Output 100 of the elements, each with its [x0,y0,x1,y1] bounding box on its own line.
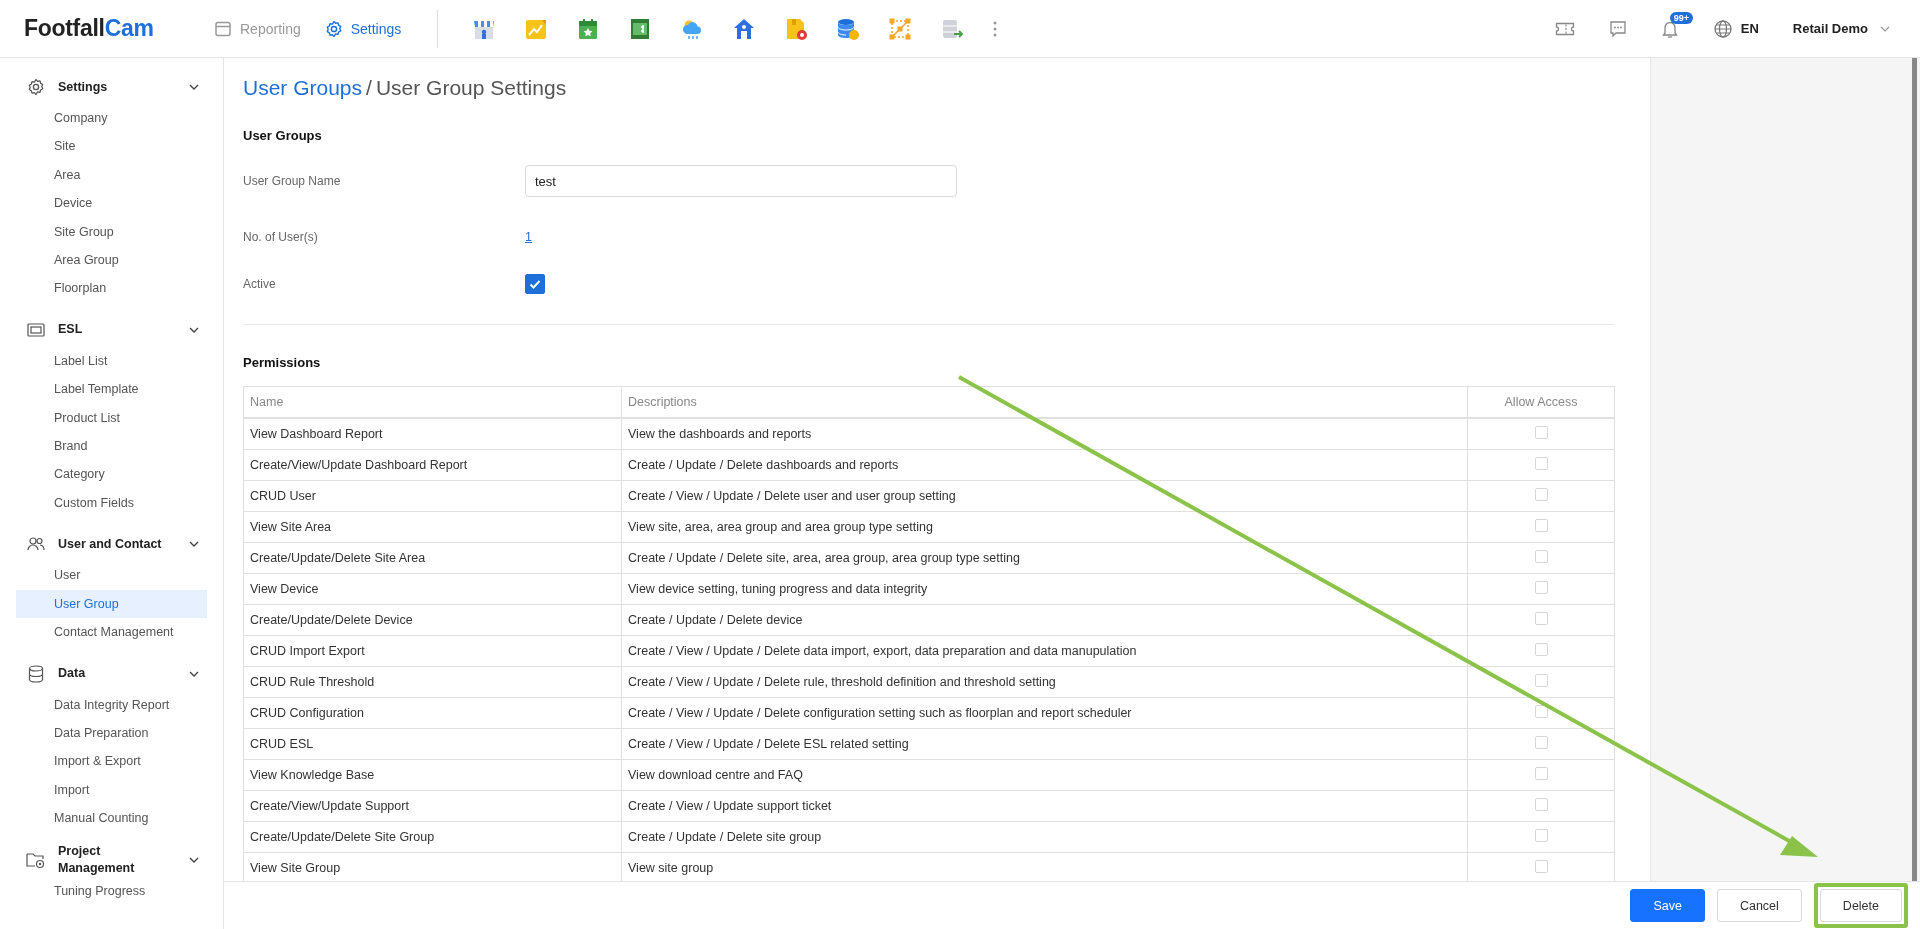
name-input[interactable]: test [525,165,957,197]
sidebar-item[interactable]: Label Template [16,375,207,404]
chevron-down-icon [189,84,199,90]
sidebar-item[interactable]: User [16,561,207,590]
section-title: User Groups [243,128,323,143]
sidebar-item[interactable]: Data Preparation [16,718,207,748]
sidebar-item[interactable]: Area Group [16,246,207,275]
sidebar-section[interactable]: Settings [16,70,207,104]
table-cell: Create/Update/Delete Site Group [243,821,622,853]
notification-badge: 99+ [1669,11,1694,24]
sidebar-item[interactable]: Label List [16,346,207,376]
table-cell: View device setting, tuning progress and data integrity [621,573,1468,605]
more-icon[interactable] [992,19,999,38]
sidebar-section[interactable]: Project Management [16,842,207,877]
table-cell: CRUD ESL [243,728,622,760]
access-checkbox[interactable] [1534,674,1548,687]
sidebar-item[interactable]: Data Integrity Report [16,690,207,719]
sidebar-item[interactable]: Tuning Progress [16,876,207,905]
sidebar-section[interactable]: User and Contact [16,527,207,562]
access-checkbox[interactable] [1534,705,1548,718]
settings-icon [26,78,46,96]
access-checkbox[interactable] [1534,643,1548,656]
table-cell: Create / Update / Delete site, area, area group, area group type setting [621,542,1468,574]
table-cell: Create / Update / Delete dashboards and reports [621,449,1468,481]
document-icon[interactable] [784,16,809,41]
section-title: Permissions [243,355,322,370]
chevron-down-icon [189,856,199,863]
action-button[interactable]: Save [1630,889,1705,922]
chevron-down-icon[interactable] [1880,25,1890,32]
access-checkbox[interactable] [1534,798,1548,811]
sidebar-item[interactable]: Site [16,132,207,161]
chat-icon[interactable] [1608,19,1627,38]
access-checkbox[interactable] [1534,860,1548,873]
sidebar-item[interactable]: Import [16,775,207,805]
access-checkbox[interactable] [1534,736,1548,749]
sidebar-item[interactable]: Device [16,189,207,218]
window-icon [214,19,232,38]
globe-icon[interactable] [1712,18,1733,39]
column-header: Name [243,386,622,418]
action-button[interactable]: Cancel [1716,889,1802,922]
access-checkbox[interactable] [1534,519,1548,532]
field-label: User Group Name [243,173,342,188]
active-checkbox[interactable] [525,274,545,294]
sidebar-item[interactable]: Custom Fields [16,488,207,518]
sidebar-item[interactable]: Area [16,160,207,190]
sidebar-item[interactable]: Contact Management [16,618,207,647]
logo[interactable]: FootfallCam [24,15,214,42]
table-cell: View Site Area [243,511,622,543]
column-header: Descriptions [621,386,1468,418]
account-menu[interactable]: Retail Demo [1792,21,1868,36]
table-cell: View Knowledge Base [243,759,622,791]
table-cell: Create / Update / Delete site group [621,821,1468,853]
users-icon [26,536,46,553]
field-label: Active [243,276,277,291]
chevron-down-icon [189,541,199,548]
access-checkbox[interactable] [1534,457,1548,470]
access-checkbox[interactable] [1534,612,1548,625]
access-checkbox[interactable] [1534,550,1548,563]
field-label: No. of User(s) [243,229,319,244]
column-header: Allow Access [1467,386,1615,418]
sidebar-item[interactable]: Product List [16,403,207,433]
table-cell: View Dashboard Report [243,418,622,450]
sidebar-item[interactable]: Site Group [16,217,207,247]
table-cell: View the dashboards and reports [621,418,1468,450]
access-checkbox[interactable] [1534,581,1548,594]
table-cell: Create / View / Update / Delete data import, export, data preparation and data manupulation [621,635,1468,667]
table-cell: Create/Update/Delete Site Area [243,542,622,574]
access-checkbox[interactable] [1534,829,1548,842]
access-checkbox[interactable] [1534,426,1548,439]
table-cell: Create / View / Update / Delete ESL related setting [621,728,1468,760]
sidebar-item[interactable]: Company [16,104,207,133]
nodes-icon[interactable] [888,16,913,41]
chevron-down-icon [189,326,199,333]
sidebar-item[interactable]: Import & Export [16,747,207,776]
breadcrumb-link[interactable]: User Groups [243,76,363,100]
folder-gear-icon [26,850,46,869]
breadcrumb-separator: / [366,76,372,100]
language-selector[interactable]: EN [1740,21,1759,36]
table-cell: Create / View / Update / Delete rule, threshold definition and threshold setting [621,666,1468,698]
screen-icon [26,322,46,337]
access-checkbox[interactable] [1534,767,1548,780]
sidebar-section[interactable]: ESL [16,312,207,347]
sidebar-item[interactable]: User Group [16,589,207,619]
table-cell: Create / View / Update support ticket [621,790,1468,822]
sidebar-section[interactable]: Data [16,656,207,691]
table-cell: Create/View/Update Support [243,790,622,822]
access-checkbox[interactable] [1534,488,1548,501]
sidebar-item[interactable]: Brand [16,432,207,461]
user-count-link[interactable]: 1 [525,227,532,244]
database-icon[interactable] [836,16,861,41]
table-cell: Create/Update/Delete Device [243,604,622,636]
sidebar-item[interactable]: Manual Counting [16,804,207,833]
action-button[interactable]: Delete [1819,889,1902,922]
nav-tab[interactable]: Settings [324,19,402,38]
ticket-icon[interactable] [1554,20,1575,37]
page-title: User Group Settings [375,76,567,100]
table-cell: View download centre and FAQ [621,759,1468,791]
sidebar-item[interactable]: Category [16,460,207,489]
sidebar-item[interactable]: Floorplan [16,274,207,303]
database-icon [26,664,46,683]
